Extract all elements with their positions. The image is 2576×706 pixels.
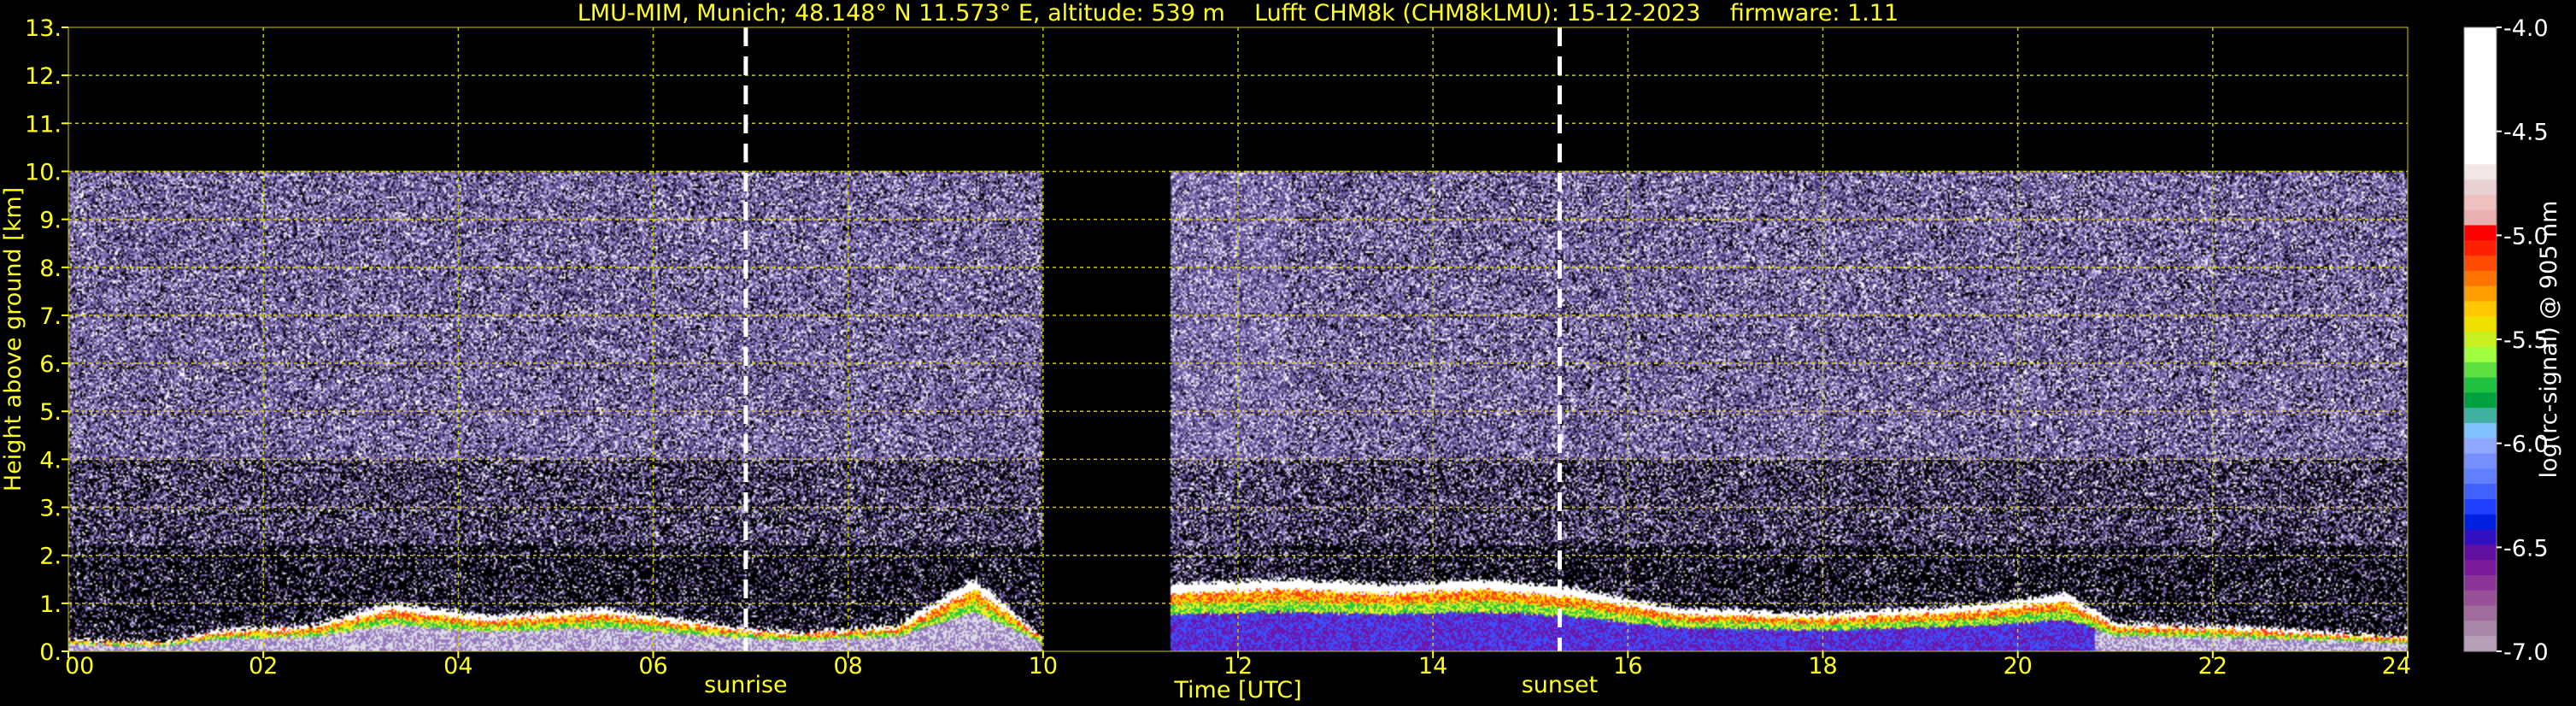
- colorbar-band: [2464, 179, 2497, 196]
- y-tick-label: 13.: [25, 15, 62, 42]
- colorbar-band: [2464, 484, 2497, 500]
- colorbar-band: [2464, 164, 2497, 180]
- x-tick-label: 18: [1808, 653, 1837, 680]
- y-tick-label: 1.: [39, 591, 62, 618]
- x-tick-label: 06: [638, 653, 667, 680]
- colorbar-band: [2464, 560, 2497, 576]
- colorbar-band: [2464, 103, 2497, 120]
- plot-area: [67, 26, 2409, 652]
- y-tick-label: 3.: [39, 496, 62, 522]
- y-tick-label: 0.: [39, 639, 62, 666]
- colorbar-band: [2464, 209, 2497, 227]
- colorbar-band: [2464, 636, 2497, 652]
- x-axis-label: Time [UTC]: [1173, 677, 1301, 703]
- colorbar-band: [2464, 529, 2497, 545]
- colorbar-band: [2464, 621, 2497, 637]
- y-tick-label: 8.: [39, 256, 62, 282]
- colorbar-band: [2464, 256, 2497, 272]
- x-tick-label: 12: [1223, 653, 1253, 680]
- colorbar-band: [2464, 468, 2497, 485]
- colorbar-band: [2464, 590, 2497, 607]
- colorbar-tick-label: -4.5: [2503, 120, 2549, 146]
- x-tick-label: 14: [1418, 653, 1447, 680]
- colorbar-label: log(rc-signal) @ 905 nm: [2536, 201, 2562, 479]
- x-tick-label: 02: [249, 653, 278, 680]
- x-tick-label: 16: [1613, 653, 1642, 680]
- colorbar-band: [2464, 377, 2497, 393]
- colorbar-band: [2464, 27, 2497, 44]
- colorbar-band: [2464, 574, 2497, 591]
- colorbar-band: [2464, 544, 2497, 561]
- colorbar-band: [2464, 392, 2497, 409]
- colorbar-band: [2464, 57, 2497, 74]
- colorbar-band: [2464, 270, 2497, 287]
- colorbar-band: [2464, 42, 2497, 59]
- colorbar-tick-label: -4.0: [2503, 15, 2549, 42]
- colorbar-band: [2464, 194, 2497, 211]
- colorbar-tick-label: -7.0: [2503, 639, 2549, 666]
- y-tick-label: 4.: [39, 447, 62, 474]
- y-tick-label: 6.: [39, 351, 62, 378]
- colorbar-band: [2464, 149, 2497, 165]
- sunrise-label: sunrise: [704, 672, 788, 698]
- colorbar-band: [2464, 498, 2497, 515]
- colorbar-bands: [2464, 27, 2497, 652]
- y-tick-label: 12.: [25, 63, 62, 90]
- colorbar-band: [2464, 605, 2497, 621]
- colorbar-band: [2464, 225, 2497, 241]
- ceilometer-backscatter-chart: LMU-MIM, Munich; 48.148° N 11.573° E, al…: [0, 0, 2576, 706]
- x-tick-label: 00: [65, 653, 94, 680]
- colorbar-band: [2464, 346, 2497, 363]
- sunset-label: sunset: [1522, 672, 1599, 698]
- y-tick-label: 9.: [39, 208, 62, 234]
- x-tick-label: 20: [2003, 653, 2032, 680]
- y-tick-label: 7.: [39, 303, 62, 330]
- colorbar-band: [2464, 453, 2497, 469]
- colorbar-band: [2464, 240, 2497, 256]
- colorbar-band: [2464, 422, 2497, 439]
- y-tick-label: 2.: [39, 544, 62, 570]
- colorbar-band: [2464, 438, 2497, 455]
- colorbar-band: [2464, 408, 2497, 424]
- x-tick-label: 08: [833, 653, 862, 680]
- colorbar-band: [2464, 73, 2497, 89]
- colorbar-band: [2464, 316, 2497, 332]
- x-tick-label: 10: [1029, 653, 1058, 680]
- x-tick-label: 24: [2382, 653, 2411, 680]
- colorbar-band: [2464, 301, 2497, 317]
- y-tick-label: 10.: [25, 159, 62, 185]
- colorbar-band: [2464, 362, 2497, 379]
- y-axis-label: Height above ground [km]: [0, 187, 26, 491]
- colorbar-band: [2464, 133, 2497, 150]
- colorbar-band: [2464, 332, 2497, 348]
- y-tick-label: 11.: [25, 111, 62, 138]
- colorbar-band: [2464, 285, 2497, 303]
- colorbar-band: [2464, 118, 2497, 135]
- y-tick-label: 5.: [39, 399, 62, 426]
- colorbar-tick-label: -6.5: [2503, 535, 2549, 562]
- x-tick-label: 04: [443, 653, 472, 680]
- x-tick-label: 22: [2198, 653, 2227, 680]
- colorbar-band: [2464, 88, 2497, 104]
- colorbar-band: [2464, 514, 2497, 531]
- chart-title: LMU-MIM, Munich; 48.148° N 11.573° E, al…: [578, 0, 1898, 26]
- backscatter-heatmap: [68, 27, 2408, 651]
